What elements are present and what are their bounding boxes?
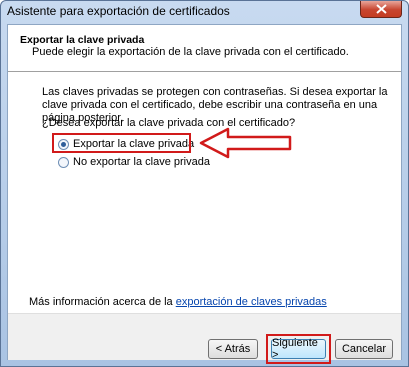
radio-button-unchecked[interactable] — [58, 156, 69, 168]
more-info-text: Más información acerca de la exportación… — [29, 296, 327, 308]
back-button[interactable]: < Atrás — [208, 339, 258, 359]
more-info-prefix: Más información acerca de la — [29, 296, 176, 308]
cancel-button[interactable]: Cancelar — [335, 339, 393, 359]
page-subtitle: Puede elegir la exportación de la clave … — [32, 46, 349, 58]
wizard-header: Exportar la clave privada Puede elegir l… — [8, 25, 401, 72]
annotation-arrow-icon — [199, 127, 292, 159]
annotation-highlight-box — [52, 133, 191, 153]
close-icon — [376, 4, 387, 14]
more-info-link[interactable]: exportación de claves privadas — [176, 296, 327, 308]
wizard-body: Las claves privadas se protegen con cont… — [8, 72, 401, 313]
radio-label[interactable]: No exportar la clave privada — [73, 156, 210, 168]
page-title: Exportar la clave privada — [20, 34, 145, 46]
window-title: Asistente para exportación de certificad… — [7, 4, 230, 18]
wizard-footer: < Atrás Siguiente > Cancelar — [8, 313, 401, 364]
close-button[interactable] — [360, 1, 402, 18]
wizard-window: Asistente para exportación de certificad… — [0, 0, 409, 367]
next-button[interactable]: Siguiente > — [271, 337, 326, 361]
title-bar[interactable]: Asistente para exportación de certificad… — [1, 1, 408, 23]
wizard-content: Exportar la clave privada Puede elegir l… — [7, 24, 402, 364]
radio-no-export-private-key[interactable]: No exportar la clave privada — [58, 156, 210, 168]
